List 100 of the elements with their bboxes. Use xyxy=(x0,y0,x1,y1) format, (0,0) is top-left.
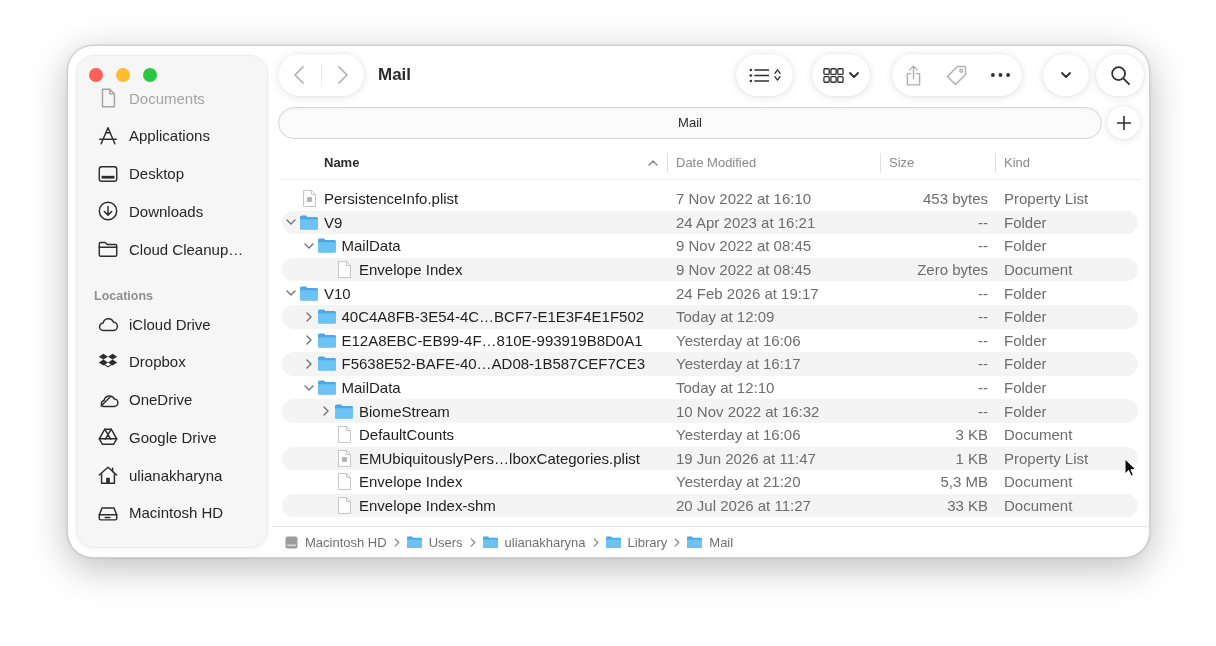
sidebar-item[interactable]: Cloud Cleanup… xyxy=(85,236,259,262)
chevron-down-icon[interactable] xyxy=(286,219,296,226)
chevron-down-icon xyxy=(849,72,859,78)
folder-icon xyxy=(317,356,336,372)
document-icon xyxy=(337,261,351,279)
a-shape-icon xyxy=(97,124,119,147)
sidebar-item[interactable]: Dropbox xyxy=(85,348,259,375)
column-header[interactable]: Date Modified xyxy=(667,152,880,173)
table-cell-text: Document xyxy=(1003,426,1074,444)
tab[interactable]: Mail xyxy=(278,106,1102,139)
close-button[interactable] xyxy=(89,68,103,82)
path-item[interactable]: ulianakharyna xyxy=(482,534,586,550)
column-header[interactable]: Size xyxy=(880,152,995,173)
file-row[interactable]: Envelope Index 9 Nov 2022 at 08:45 Zero bytes Document xyxy=(282,257,1138,282)
column-header[interactable]: Name xyxy=(280,152,667,173)
table-cell-text: Property List xyxy=(1003,190,1090,208)
sidebar-item[interactable]: Applications xyxy=(85,122,259,149)
file-name: PersistenceInfo.plist xyxy=(324,190,459,208)
folder-icon xyxy=(300,285,318,301)
table-cell-text: -- xyxy=(977,284,989,302)
table-cell-text: Folder xyxy=(1003,402,1048,420)
file-row[interactable]: Envelope Index-shm 20 Jul 2026 at 11:27 33 KB Document xyxy=(282,493,1138,518)
table-cell-text: Yesterday at 16:17 xyxy=(675,355,802,373)
table-cell-text: 33 KB xyxy=(946,497,989,514)
table-cell-text: 9 Nov 2022 at 08:45 xyxy=(675,261,813,279)
house-icon xyxy=(97,464,119,486)
view-options-button[interactable] xyxy=(736,54,793,96)
plus-icon xyxy=(1116,115,1131,130)
table-cell-text: Folder xyxy=(1003,379,1048,397)
table-cell-text: Yesterday at 16:06 xyxy=(675,331,802,349)
path-item[interactable]: Users xyxy=(406,534,463,550)
list-icon xyxy=(748,67,769,83)
table-cell-text: -- xyxy=(977,308,989,326)
table-cell-text: Folder xyxy=(1003,237,1048,255)
chevron-right-icon[interactable] xyxy=(323,406,329,417)
file-row[interactable]: DefaultCounts Yesterday at 16:06 3 KB Document xyxy=(282,422,1138,447)
folder-icon xyxy=(406,535,422,549)
table-cell-text: 10 Nov 2022 at 16:32 xyxy=(675,402,821,420)
table-cell-text: 9 Nov 2022 at 08:45 xyxy=(675,237,813,255)
chevron-down-icon[interactable] xyxy=(303,384,314,391)
document-icon xyxy=(337,497,351,514)
chevron-right-icon xyxy=(393,537,400,547)
chevron-right-icon xyxy=(469,537,476,547)
file-name: V9 xyxy=(324,213,343,231)
table-cell-text: -- xyxy=(977,237,989,255)
chevron-right-icon[interactable] xyxy=(305,358,312,369)
new-tab-button[interactable] xyxy=(1107,106,1140,139)
sidebar-item[interactable]: Desktop xyxy=(85,160,259,187)
sidebar-item[interactable]: iCloud Drive xyxy=(85,311,259,337)
file-name: Envelope Index xyxy=(359,261,463,279)
path-item[interactable]: Library xyxy=(605,534,668,550)
folder-icon xyxy=(605,535,621,549)
document-icon xyxy=(337,473,351,491)
file-row[interactable]: BiomeStream 10 Nov 2022 at 16:32 -- Folder xyxy=(282,399,1138,423)
file-name: EMUbiquitouslyPers…lboxCategories.plist xyxy=(359,449,640,467)
folder-icon xyxy=(687,535,703,549)
sidebar-item[interactable]: Google Drive xyxy=(85,424,259,451)
sidebar-item[interactable]: Macintosh HD xyxy=(85,499,259,526)
sidebar-item[interactable]: OneDrive xyxy=(85,386,259,413)
table-cell-text: 5,3 MB xyxy=(939,473,989,491)
section-heading: Locations xyxy=(94,288,154,304)
table-cell-text: Today at 12:10 xyxy=(675,379,776,397)
file-row[interactable]: F5638E52-BAFE-40…AD08-1B587CEF7CE3 Yesterday at 16:17 -- Folder xyxy=(282,352,1138,376)
table-cell-text: Folder xyxy=(1003,308,1048,326)
search-button[interactable] xyxy=(1096,54,1144,96)
table-cell-text: Document xyxy=(1003,261,1074,279)
file-row[interactable]: 40C4A8FB-3E54-4C…BCF7-E1E3F4E1F502 Today at 12:09 -- Folder xyxy=(282,304,1138,329)
folder-title: Mail xyxy=(378,65,412,85)
file-row[interactable]: E12A8EBC-EB99-4F…810E-993919B8D0A1 Yesterday at 16:06 -- Folder xyxy=(282,328,1138,353)
chevron-right-icon[interactable] xyxy=(305,335,312,346)
sidebar-item[interactable]: Downloads xyxy=(85,198,259,225)
table-cell-text: Zero bytes xyxy=(916,261,989,279)
file-name: 40C4A8FB-3E54-4C…BCF7-E1E3F4E1F502 xyxy=(341,308,645,326)
file-row[interactable]: V10 24 Feb 2026 at 19:17 -- Folder xyxy=(282,281,1138,305)
table-cell-text: -- xyxy=(977,331,989,349)
folder-icon xyxy=(317,309,336,325)
sidebar-item[interactable]: ulianakharyna xyxy=(85,462,259,488)
column-header[interactable]: Kind xyxy=(995,152,1140,173)
file-row[interactable]: V9 24 Apr 2023 at 16:21 -- Folder xyxy=(282,210,1138,235)
zoom-button[interactable] xyxy=(143,68,157,82)
table-cell-text: 20 Jul 2026 at 11:27 xyxy=(675,497,812,514)
folder-icon xyxy=(317,332,336,348)
file-row[interactable]: Envelope Index Yesterday at 21:20 5,3 MB Document xyxy=(282,470,1138,494)
chevron-right-icon[interactable] xyxy=(305,311,312,322)
folder-icon xyxy=(335,403,353,419)
folder-icon xyxy=(300,214,318,230)
file-row[interactable]: EMUbiquitouslyPers…lboxCategories.plist 19 Jun 2026 at 11:47 1 KB Property List xyxy=(282,446,1138,471)
file-row[interactable]: MailData Today at 12:10 -- Folder xyxy=(282,375,1138,400)
file-row[interactable]: MailData 9 Nov 2022 at 08:45 -- Folder xyxy=(282,234,1138,258)
group-button[interactable] xyxy=(812,54,870,96)
table-cell-text: Folder xyxy=(1003,284,1048,302)
path-item[interactable]: Macintosh HD xyxy=(285,534,387,550)
chevron-down-icon[interactable] xyxy=(303,243,314,249)
table-cell-text: Yesterday at 16:06 xyxy=(675,426,802,444)
file-row[interactable]: PersistenceInfo.plist 7 Nov 2022 at 16:10 453 bytes Property List xyxy=(282,187,1138,211)
chevron-down-icon[interactable] xyxy=(286,290,296,297)
table-cell-text: 24 Apr 2023 at 16:21 xyxy=(675,213,817,231)
chevron-down-icon xyxy=(1061,72,1071,78)
path-item[interactable]: Mail xyxy=(687,534,734,550)
document-badge-icon xyxy=(302,190,316,208)
